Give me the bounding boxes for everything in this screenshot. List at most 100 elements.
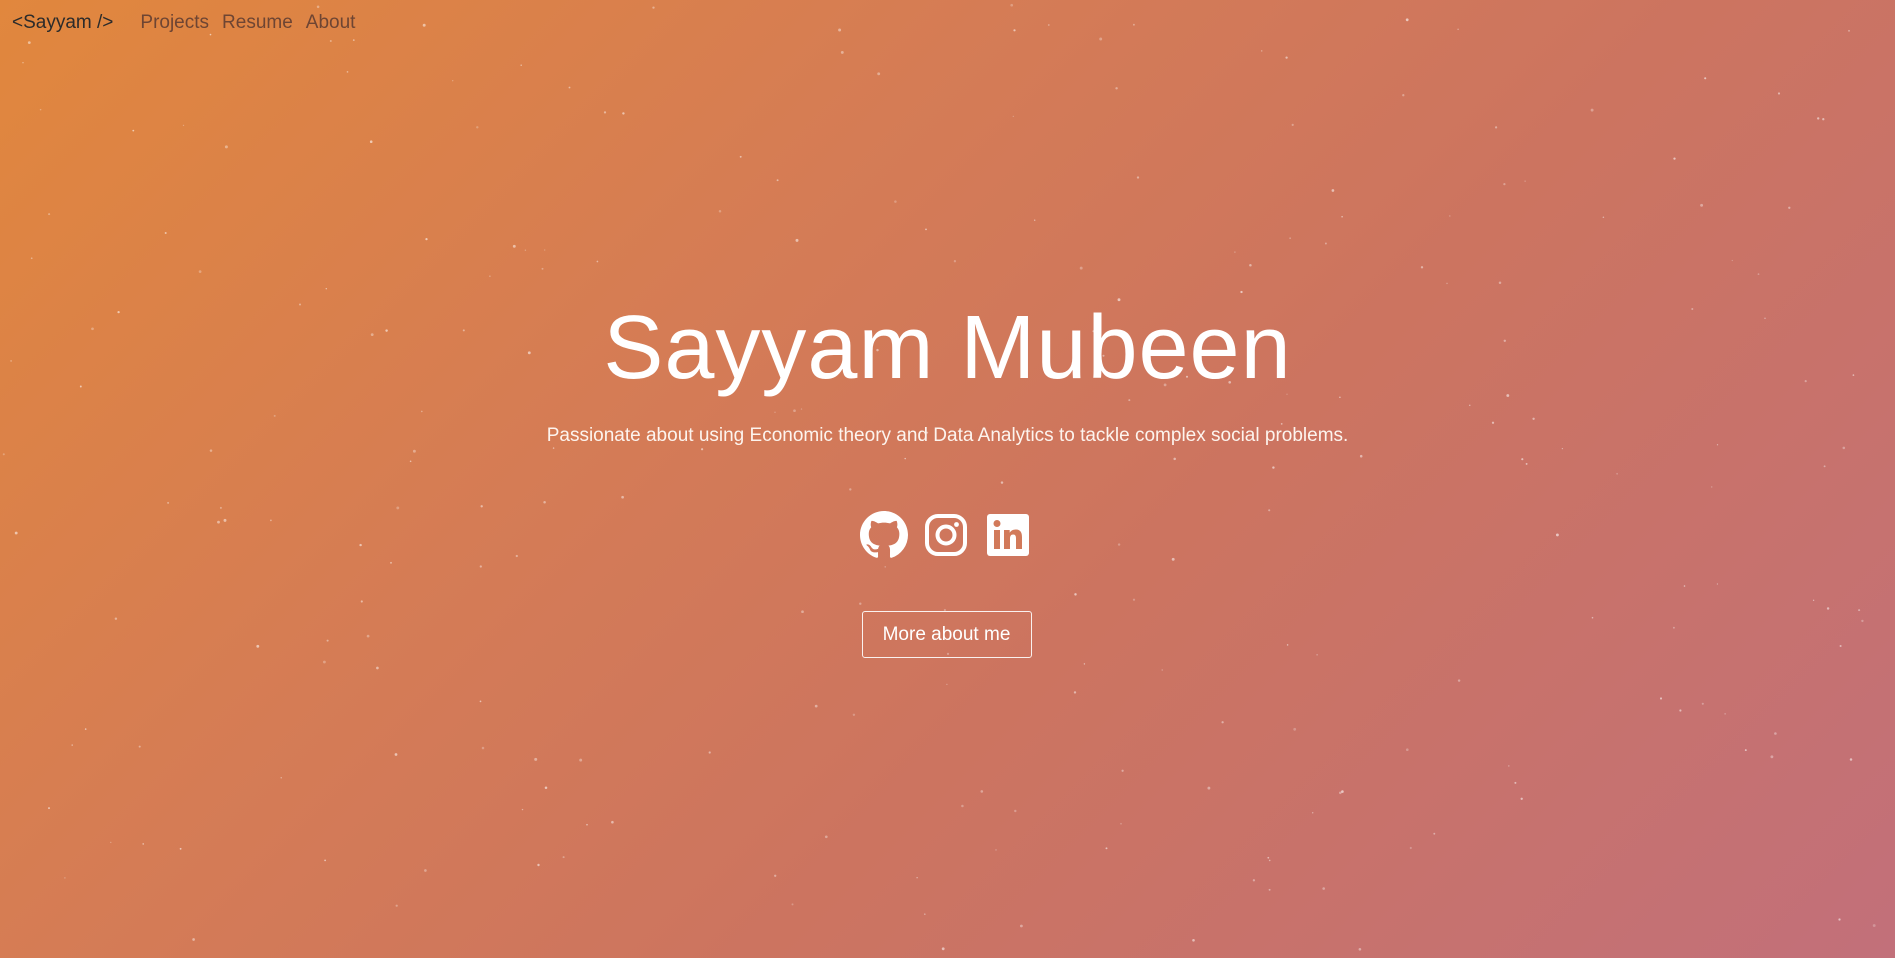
particle-dot (1341, 215, 1343, 218)
particle-dot (1047, 24, 1050, 26)
particle-dot (395, 904, 398, 907)
particle-dot (1823, 465, 1826, 468)
particle-dot (479, 700, 482, 703)
particle-dot (1525, 462, 1528, 465)
particle-dot (2, 453, 5, 456)
particle-dot (611, 820, 614, 824)
particle-dot (579, 758, 583, 762)
particle-dot (1420, 266, 1424, 269)
particle-dot (167, 501, 170, 504)
particle-dot (541, 267, 544, 270)
particle-dot (916, 877, 918, 879)
particle-dot (904, 457, 906, 460)
particle-dot (132, 129, 135, 132)
particle-dot (1331, 189, 1335, 192)
particle-dot (512, 244, 516, 248)
particle-dot (1339, 396, 1341, 399)
particle-dot (1457, 28, 1459, 31)
particle-dot (1704, 77, 1707, 80)
particle-dot (621, 495, 624, 499)
particle-dot (718, 209, 722, 213)
particle-dot (774, 411, 776, 413)
particle-dot (1446, 282, 1448, 285)
particle-dot (1770, 755, 1774, 759)
particle-dot (1822, 118, 1825, 121)
particle-dot (1272, 466, 1275, 469)
particle-dot (1079, 266, 1083, 270)
hero-title: Sayyam Mubeen (603, 298, 1292, 398)
particle-dot (1402, 94, 1405, 97)
particle-dot (1507, 765, 1510, 767)
particle-dot (1358, 947, 1362, 951)
particle-dot (452, 80, 454, 82)
particle-dot (884, 566, 886, 568)
brand-logo-link[interactable]: <Sayyam /> (12, 12, 113, 34)
particle-dot (1322, 887, 1325, 890)
particle-dot (877, 72, 881, 76)
particle-dot (481, 746, 485, 750)
particle-dot (596, 260, 599, 263)
particle-dot (1161, 669, 1163, 671)
particle-dot (1012, 115, 1014, 118)
particle-dot (1532, 417, 1535, 420)
particle-dot (1020, 924, 1023, 928)
particle-dot (396, 506, 400, 510)
particle-dot (346, 71, 349, 73)
particle-dot (700, 448, 704, 451)
particle-dot (1724, 713, 1726, 715)
particle-dot (1014, 809, 1017, 813)
particle-dot (1731, 259, 1733, 262)
particle-dot (1121, 769, 1124, 772)
particle-dot (1449, 215, 1451, 217)
particle-dot (48, 213, 51, 216)
particle-dot (1252, 879, 1256, 882)
particle-dot (1590, 108, 1594, 112)
instagram-icon (924, 514, 967, 556)
nav-link-projects[interactable]: Projects (140, 12, 209, 34)
particle-dot (534, 757, 538, 761)
particle-dot (421, 410, 423, 413)
particle-dot (1083, 663, 1086, 665)
particle-dot (995, 849, 997, 851)
particle-dot (1120, 822, 1122, 825)
particle-dot (1683, 585, 1686, 587)
particle-dot (1359, 454, 1363, 458)
particle-dot (1173, 457, 1176, 461)
particle-dot (1249, 263, 1252, 267)
particle-dot (1267, 856, 1270, 859)
particle-dot (1616, 472, 1618, 475)
particle-dot (1105, 847, 1108, 850)
particle-dot (544, 249, 546, 251)
particle-dot (1074, 593, 1077, 596)
particle-dot (489, 275, 491, 277)
particle-dot (1602, 216, 1605, 219)
particle-dot (1132, 23, 1135, 26)
nav-link-resume[interactable]: Resume (222, 12, 293, 34)
particle-dot (1849, 758, 1853, 761)
particle-dot (1716, 583, 1719, 585)
particle-dot (198, 270, 202, 273)
particle-dot (1312, 812, 1314, 814)
particle-dot (924, 913, 926, 915)
nav-link-about[interactable]: About (306, 12, 356, 34)
particle-dot (1817, 117, 1820, 120)
particle-dot (84, 728, 87, 730)
particle-dot (824, 835, 828, 839)
more-about-me-button[interactable]: More about me (861, 611, 1032, 658)
linkedin-link[interactable] (984, 511, 1032, 559)
particle-dot (1339, 791, 1342, 795)
particle-dot (192, 938, 195, 941)
particle-dot (622, 112, 625, 115)
github-link[interactable] (859, 511, 908, 559)
particle-dot (479, 565, 482, 568)
particle-dot (795, 238, 799, 242)
particle-dot (859, 602, 862, 605)
particle-dot (776, 179, 779, 182)
particle-dot (1409, 846, 1412, 850)
particle-dot (422, 23, 426, 27)
particle-dot (852, 713, 856, 717)
particle-dot (1268, 859, 1271, 862)
particle-dot (1324, 242, 1327, 245)
instagram-link[interactable] (922, 511, 970, 559)
particle-dot (946, 683, 948, 686)
